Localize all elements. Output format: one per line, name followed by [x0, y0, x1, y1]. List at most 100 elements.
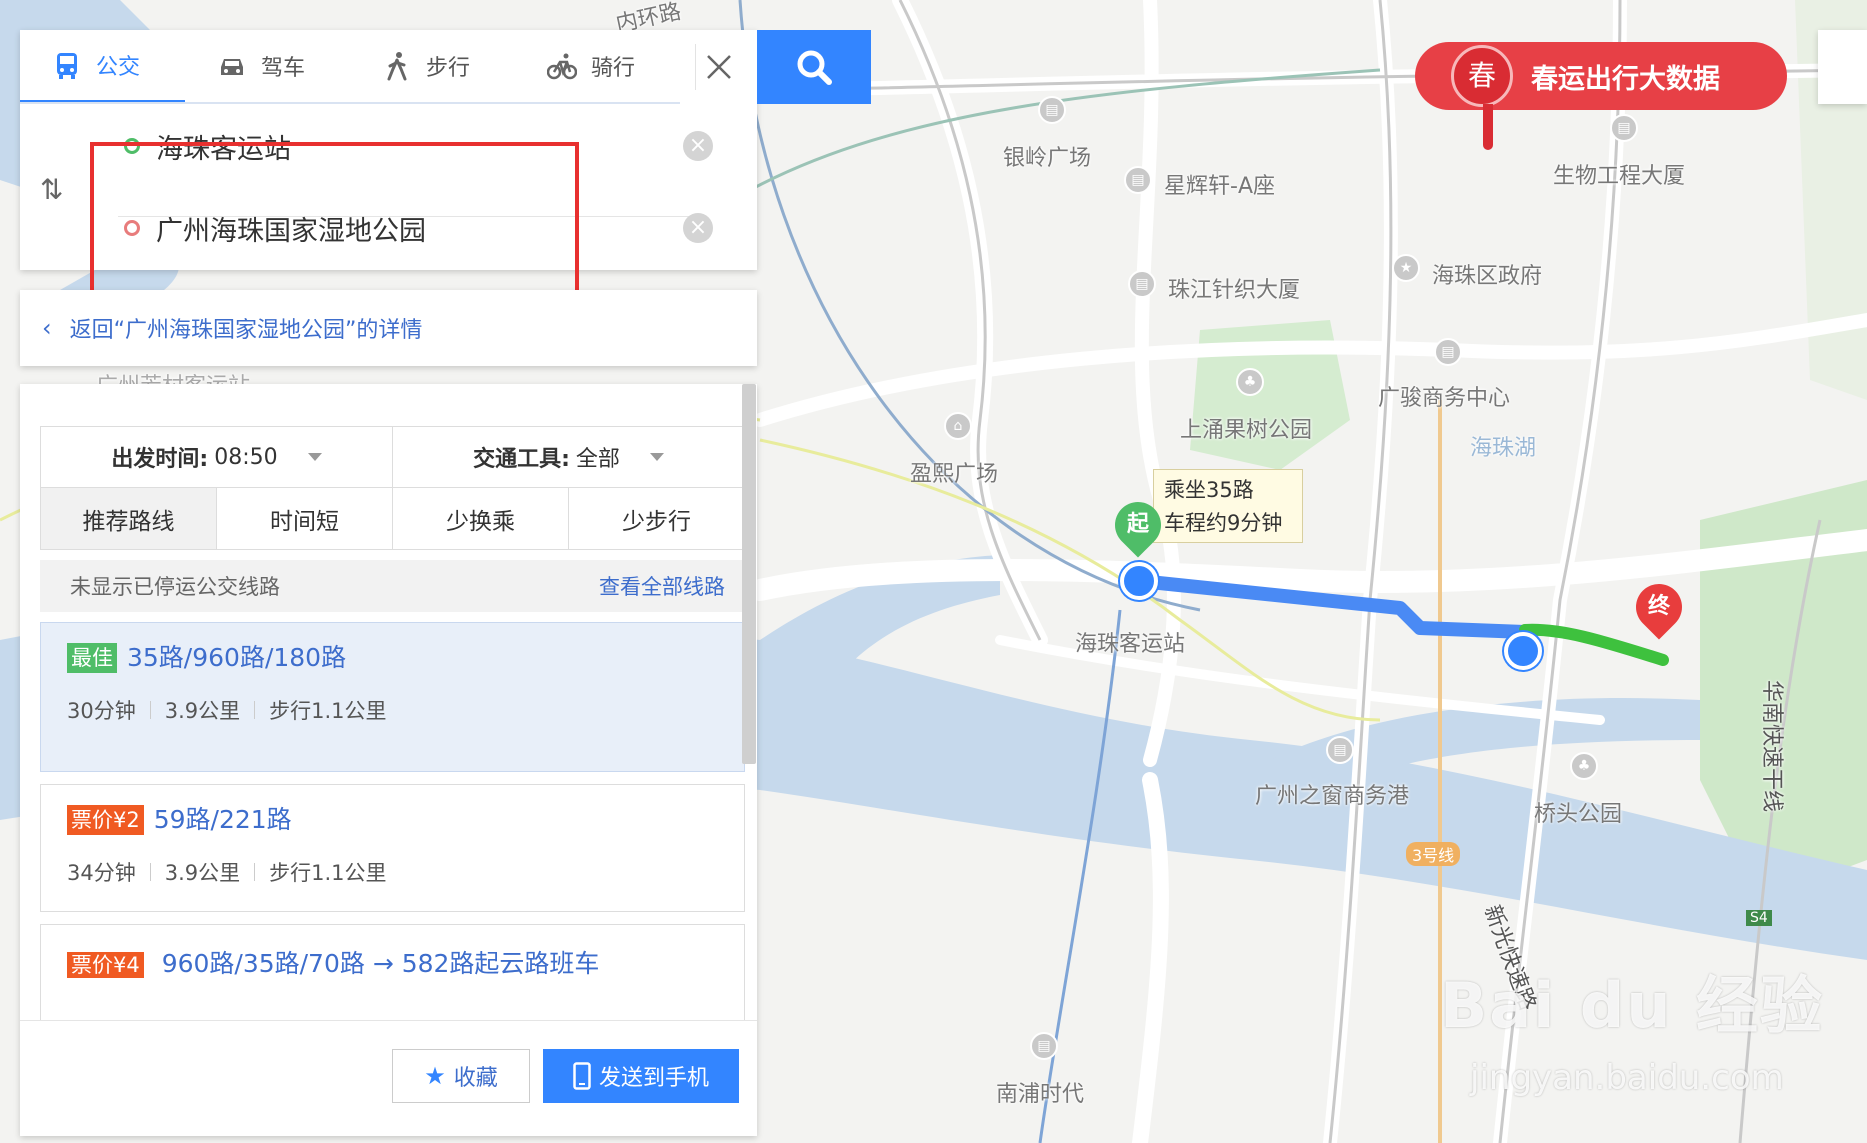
route-lines: 59路/221路 — [153, 805, 292, 834]
clear-destination-button[interactable]: × — [683, 213, 713, 243]
search-icon — [797, 50, 832, 85]
map-label-poi[interactable]: 桥头公园 — [1534, 796, 1622, 828]
route-option[interactable]: 票价¥2 59路/221路 34分钟 3.9公里 步行1.1公里 — [40, 784, 745, 912]
metro-line-label: 3号线 — [1406, 842, 1461, 866]
map-label-poi[interactable]: 星辉轩-A座 — [1164, 168, 1275, 200]
favorite-label: 收藏 — [453, 1066, 498, 1091]
send-to-phone-button[interactable]: 发送到手机 — [543, 1049, 739, 1103]
route-option[interactable]: 票价¥4 960路/35路/70路 → 582路起云路班车 — [40, 924, 745, 1020]
transport-value: 全部 — [575, 447, 620, 472]
map-label-poi[interactable]: 银岭广场 — [1003, 140, 1091, 172]
poi-icon[interactable]: ▤ — [1038, 96, 1066, 124]
tab-label: 公交 — [96, 55, 141, 80]
spring-badge: 春 — [1451, 45, 1513, 107]
map-label-poi[interactable]: 广骏商务中心 — [1378, 380, 1510, 412]
poi-icon[interactable]: ▤ — [1610, 114, 1638, 142]
close-icon — [706, 55, 731, 79]
price-badge: 票价¥2 — [67, 805, 144, 835]
watermark-logo: Bai du 经验 — [1440, 969, 1825, 1042]
bus-stop-icon[interactable] — [1504, 632, 1542, 670]
results-footer: ★ 收藏 发送到手机 — [20, 1020, 757, 1136]
chevron-left-icon: ‹ — [42, 314, 52, 342]
sort-tab-shortest-time[interactable]: 时间短 — [217, 488, 393, 549]
transport-label: 交通工具: — [473, 447, 570, 472]
filter-row: 出发时间: 08:50 交通工具: 全部 — [40, 426, 745, 488]
bus-icon — [57, 53, 77, 79]
origin-value[interactable]: 海珠客运站 — [156, 127, 291, 166]
favorite-button[interactable]: ★ 收藏 — [392, 1049, 530, 1103]
map-label-poi[interactable]: 上涌果树公园 — [1180, 412, 1312, 444]
results-scrollbar[interactable] — [742, 384, 756, 764]
price-badge: 票价¥4 — [67, 952, 144, 978]
map-label-station[interactable]: 海珠客运站 — [1075, 626, 1185, 658]
poi-icon[interactable]: ⌂ — [944, 412, 972, 440]
meta-divider — [254, 701, 256, 719]
phone-icon — [573, 1062, 591, 1090]
tab-drive[interactable]: 驾车 — [185, 30, 350, 102]
departure-label: 出发时间: — [111, 447, 209, 472]
meta-divider — [254, 863, 256, 881]
map-label-poi[interactable]: 珠江针织大厦 — [1168, 272, 1300, 304]
departure-value: 08:50 — [214, 444, 278, 470]
destination-field[interactable]: 广州海珠国家湿地公园 — [100, 190, 700, 266]
origin-field[interactable]: 海珠客运站 — [100, 108, 700, 184]
walk-icon — [387, 52, 407, 81]
back-link-text: 返回“广州海珠国家湿地公园”的详情 — [69, 318, 423, 343]
tooltip-line: 乘坐35路 — [1164, 478, 1254, 502]
tab-walk[interactable]: 步行 — [350, 30, 515, 102]
route-option[interactable]: 最佳 35路/960路/180路 30分钟 3.9公里 步行1.1公里 — [40, 622, 745, 772]
swap-direction-icon[interactable]: ⇅ — [40, 170, 70, 210]
destination-value[interactable]: 广州海珠国家湿地公园 — [156, 209, 426, 248]
transport-type-dropdown[interactable]: 交通工具: 全部 — [393, 427, 744, 487]
poi-icon[interactable]: ♣ — [1570, 752, 1598, 780]
sort-tabs: 推荐路线 时间短 少换乘 少步行 — [40, 488, 745, 550]
route-lines: 960路/35路/70路 → 582路起云路班车 — [161, 949, 600, 978]
start-pin-label: 起 — [1126, 512, 1149, 537]
tab-label: 驾车 — [261, 56, 306, 81]
sort-tab-fewest-transfers[interactable]: 少换乘 — [393, 488, 569, 549]
poi-icon[interactable]: ★ — [1392, 254, 1420, 282]
tab-bus[interactable]: 公交 — [20, 30, 185, 102]
map-label-poi[interactable]: 广州之窗商务港 — [1255, 778, 1409, 810]
map-label-poi[interactable]: 南浦时代 — [996, 1076, 1084, 1108]
route-lines: 35路/960路/180路 — [127, 643, 347, 672]
poi-icon[interactable]: ▤ — [1326, 736, 1354, 764]
map-label-lake: 海珠湖 — [1470, 436, 1537, 461]
clear-origin-button[interactable]: × — [683, 131, 713, 161]
map-tool-button[interactable] — [1818, 30, 1867, 104]
map-label-poi[interactable]: 海珠区政府 — [1432, 258, 1542, 290]
poi-icon[interactable]: ▤ — [1128, 270, 1156, 298]
sort-tab-least-walking[interactable]: 少步行 — [569, 488, 744, 549]
view-all-lines-link[interactable]: 查看全部线路 — [599, 571, 725, 601]
route-search-panel: 公交 驾车 步行 骑行 ⇅ 海珠客运站 × 广州海珠国家湿地公园 × — [20, 30, 757, 298]
search-button[interactable] — [757, 30, 871, 104]
notice-text: 未显示已停运公交线路 — [70, 575, 280, 599]
results-list[interactable]: 出发时间: 08:50 交通工具: 全部 推荐路线 时间短 少换乘 少步行 未显… — [20, 384, 757, 1020]
poi-icon[interactable]: ▤ — [1030, 1032, 1058, 1060]
star-icon: ★ — [424, 1062, 446, 1090]
travel-mode-tabs: 公交 驾车 步行 骑行 — [20, 30, 680, 104]
chevron-down-icon — [649, 453, 664, 461]
poi-icon[interactable]: ▤ — [1124, 166, 1152, 194]
meta-divider — [149, 863, 151, 881]
close-button[interactable] — [695, 44, 741, 90]
watermark-url: jingyan.baidu.com — [1470, 1058, 1784, 1098]
bike-icon — [547, 53, 577, 80]
spring-travel-banner[interactable]: 春 春运出行大数据 — [1415, 42, 1787, 150]
back-to-details-link[interactable]: ‹ 返回“广州海珠国家湿地公园”的详情 — [20, 290, 757, 366]
map-label-road: 华南快速干线 — [1759, 680, 1784, 813]
poi-icon[interactable]: ▤ — [1434, 338, 1462, 366]
end-pin-label: 终 — [1647, 594, 1670, 619]
route-distance: 3.9公里 — [164, 699, 241, 723]
route-tooltip: 乘坐35路 车程约9分钟 — [1153, 469, 1303, 543]
sort-tab-recommended[interactable]: 推荐路线 — [41, 488, 217, 549]
tab-bike[interactable]: 骑行 — [515, 30, 680, 102]
departure-time-dropdown[interactable]: 出发时间: 08:50 — [41, 427, 393, 487]
map-label-poi[interactable]: 生物工程大厦 — [1553, 158, 1685, 190]
bus-stop-icon[interactable] — [1120, 562, 1158, 600]
poi-icon[interactable]: ♣ — [1236, 368, 1264, 396]
chevron-down-icon — [307, 453, 322, 461]
map-label-poi[interactable]: 盈熙广场 — [910, 456, 998, 488]
promo-text: 春运出行大数据 — [1531, 63, 1720, 95]
send-label: 发送到手机 — [598, 1066, 709, 1091]
